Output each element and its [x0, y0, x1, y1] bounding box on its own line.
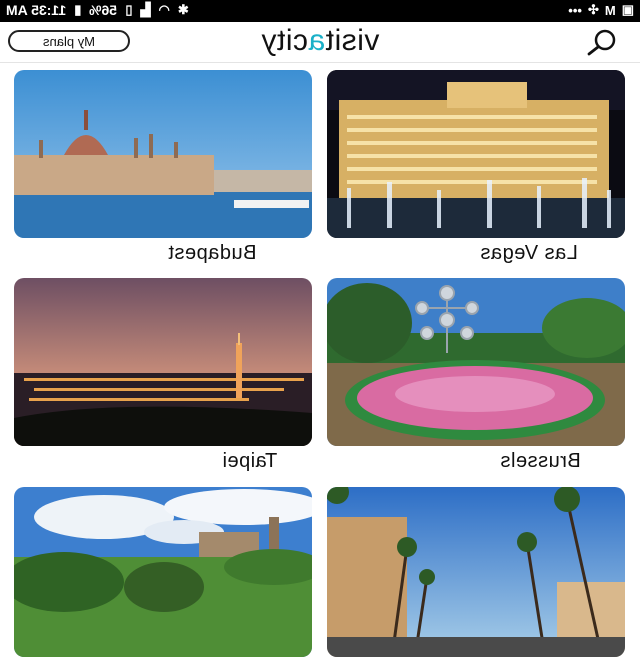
- status-left-group: 11:35 AM ▮ 56% ▯ ▟ ◠ ✱: [6, 2, 189, 18]
- fan-icon: ✣: [587, 2, 599, 17]
- sim-card-icon: ▮: [74, 2, 82, 17]
- more-dots-icon: •••: [568, 2, 582, 18]
- logo-text-accent: a: [307, 24, 325, 57]
- city-card-las-vegas[interactable]: [327, 70, 625, 238]
- signal-icon: ▟: [140, 2, 151, 17]
- battery-icon: ▯: [125, 2, 133, 17]
- taipei-photo: [14, 278, 312, 446]
- city-card-brussels[interactable]: [327, 278, 625, 446]
- battery-percent: 56%: [89, 2, 118, 18]
- mail-icon: M: [604, 2, 616, 18]
- bluetooth-icon: ✱: [177, 2, 189, 17]
- las-vegas-photo: [327, 70, 625, 238]
- city-name-label: Las Vegas: [480, 242, 578, 264]
- edinburgh-photo: [14, 487, 312, 657]
- search-button[interactable]: [584, 28, 622, 56]
- my-plans-label: My plans: [42, 33, 96, 49]
- city-card-los-angeles[interactable]: [327, 487, 625, 657]
- app-header: My plans visitacity: [0, 22, 640, 63]
- logo-text-pre: visit: [325, 24, 380, 57]
- status-right-group: ••• ✣ M ▣: [568, 2, 634, 18]
- status-time: 11:35 AM: [6, 2, 67, 18]
- los-angeles-photo: [327, 487, 625, 657]
- budapest-photo: [14, 70, 312, 238]
- visitacity-logo: visitacity: [238, 24, 402, 57]
- logo-text-post: city: [260, 24, 308, 57]
- brussels-photo: [327, 278, 625, 446]
- my-plans-button[interactable]: My plans: [8, 30, 130, 52]
- city-card-edinburgh[interactable]: [14, 487, 312, 657]
- image-icon: ▣: [621, 2, 634, 17]
- status-bar: 11:35 AM ▮ 56% ▯ ▟ ◠ ✱ ••• ✣ M ▣: [0, 0, 640, 22]
- search-icon: [587, 29, 616, 56]
- city-name-label: Taipei: [222, 450, 278, 472]
- wifi-icon: ◠: [158, 2, 170, 17]
- city-card-budapest[interactable]: [14, 70, 312, 238]
- city-card-taipei[interactable]: [14, 278, 312, 446]
- city-name-label: Budapest: [168, 242, 257, 264]
- city-name-label: Brussels: [500, 450, 581, 472]
